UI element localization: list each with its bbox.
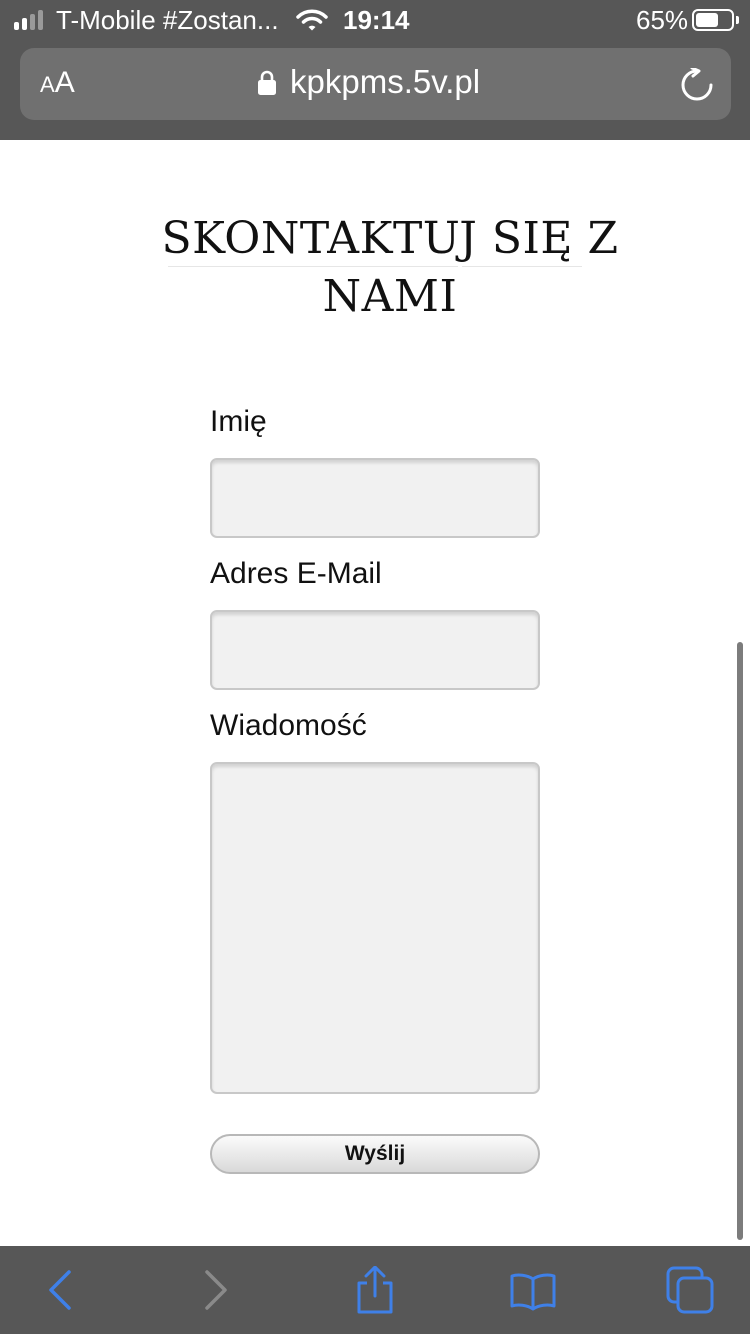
- browser-address-area: AA kpkpms.5v.pl: [0, 40, 750, 140]
- name-label: Imię: [210, 405, 267, 438]
- battery-level: [696, 13, 718, 27]
- cellular-signal-icon: [14, 10, 46, 30]
- back-icon[interactable]: [36, 1266, 84, 1314]
- url-text[interactable]: kpkpms.5v.pl: [290, 62, 480, 102]
- submit-button[interactable]: Wyślij: [210, 1134, 540, 1174]
- battery-icon: [692, 9, 734, 31]
- text-size-large-label: A: [54, 66, 75, 99]
- bookmarks-icon[interactable]: [509, 1266, 557, 1314]
- browser-toolbar: [0, 1246, 750, 1334]
- status-bar: T-Mobile #Zostan... 19:14 65%: [0, 0, 750, 40]
- forward-icon[interactable]: [192, 1266, 240, 1314]
- page-title-line-1: SKONTAKTUJ SIĘ Z: [161, 213, 619, 264]
- status-time: 19:14: [343, 5, 410, 35]
- lock-icon: [258, 70, 276, 95]
- email-input[interactable]: [210, 610, 540, 690]
- carrier-name: T-Mobile #Zostan...: [56, 5, 279, 35]
- reload-icon[interactable]: [680, 68, 714, 102]
- battery-percentage: 65%: [636, 5, 689, 35]
- title-underline: [462, 266, 582, 267]
- tabs-icon[interactable]: [666, 1266, 714, 1314]
- text-size-small-label: A: [40, 72, 55, 97]
- page-title-line-2: NAMI: [322, 271, 458, 322]
- title-underline: [168, 266, 458, 267]
- address-bar[interactable]: AA kpkpms.5v.pl: [20, 48, 731, 120]
- text-size-button[interactable]: AA: [40, 66, 75, 100]
- page-title: SKONTAKTUJ SIĘ Z NAMI: [150, 210, 630, 326]
- message-label: Wiadomość: [210, 709, 367, 742]
- email-label: Adres E-Mail: [210, 557, 382, 590]
- page-scrollbar[interactable]: [737, 642, 743, 1240]
- battery-cap: [736, 16, 739, 24]
- share-icon[interactable]: [351, 1266, 399, 1314]
- message-textarea[interactable]: [210, 762, 540, 1094]
- wifi-icon: [296, 9, 328, 31]
- name-input[interactable]: [210, 458, 540, 538]
